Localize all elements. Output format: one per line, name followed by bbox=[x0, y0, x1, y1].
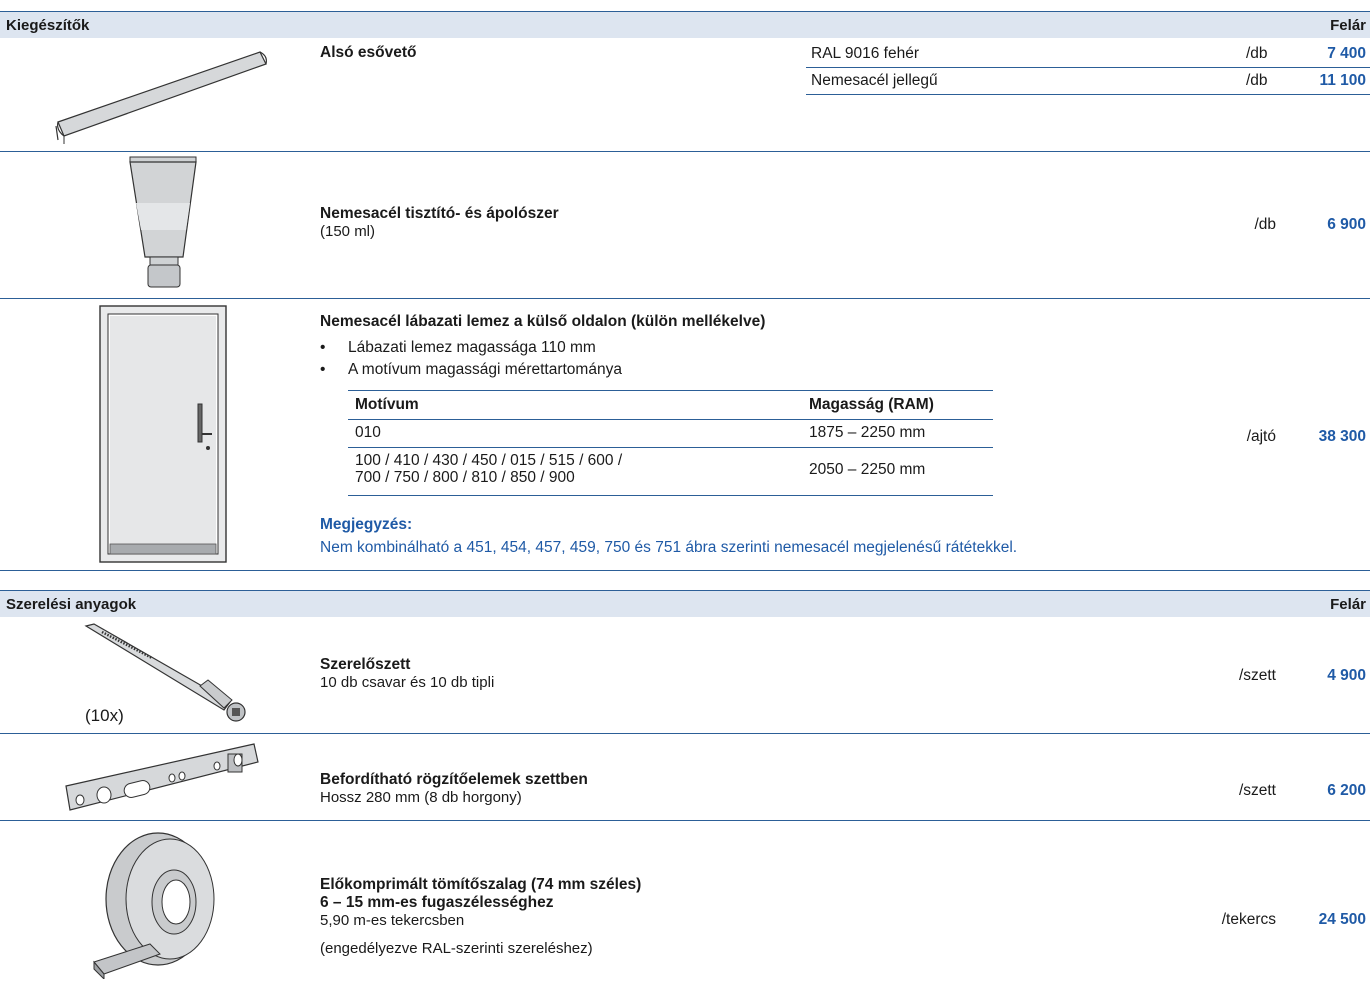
table-row: 100 / 410 / 430 / 450 / 015 / 515 / 600 … bbox=[348, 448, 993, 496]
section-title: Szerelési anyagok bbox=[6, 596, 137, 613]
item-tube-text: Nemesacél tisztító- és ápolószer (150 ml… bbox=[320, 205, 559, 240]
item-price: 6 900 bbox=[1327, 216, 1366, 233]
note-title: Megjegyzés: bbox=[320, 516, 413, 533]
item-subtitle-tape: 5,90 m-es tekercsben bbox=[320, 912, 465, 929]
section-title: Kiegészítők bbox=[6, 17, 90, 34]
table-row: 010 1875 – 2250 mm bbox=[348, 420, 993, 448]
height-cell: 1875 – 2250 mm bbox=[809, 424, 926, 441]
cleaning-tube-image bbox=[128, 155, 198, 295]
anchor-plate-image bbox=[62, 738, 262, 823]
item-title-kickplate: Nemesacél lábazati lemez a külső oldalon… bbox=[320, 313, 766, 330]
height-cell: 2050 – 2250 mm bbox=[809, 461, 926, 478]
bullet-text: Lábazati lemez magassága 110 mm bbox=[348, 339, 596, 356]
variant-price: 7 400 bbox=[1327, 45, 1366, 62]
motif-cell: 100 / 410 / 430 / 450 / 015 / 515 / 600 … bbox=[355, 452, 622, 486]
note-text: Nem kombinálható a 451, 454, 457, 459, 7… bbox=[320, 539, 1018, 556]
item-title-tape-line2: 6 – 15 mm-es fugaszélességhez bbox=[320, 894, 554, 911]
row-divider bbox=[0, 570, 1370, 571]
motif-line: 100 / 410 / 430 / 450 / 015 / 515 / 600 … bbox=[355, 452, 623, 469]
item-title-anchors: Befordítható rögzítőelemek szettben bbox=[320, 771, 588, 788]
variant-row-ral9016: RAL 9016 fehér /db 7 400 bbox=[806, 41, 1370, 68]
quantity-caption: (10x) bbox=[85, 706, 124, 725]
table-header-row: Motívum Magasság (RAM) bbox=[348, 391, 993, 420]
item-price: 6 200 bbox=[1327, 782, 1366, 799]
bullet-item: • A motívum magassági mérettartománya bbox=[320, 361, 622, 379]
item-tape-text: Előkomprimált tömítőszalag (74 mm széles… bbox=[320, 876, 641, 957]
variant-label: Nemesacél jellegű bbox=[811, 72, 938, 89]
item-note-tape: (engedélyezve RAL-szerinti szereléshez) bbox=[320, 940, 593, 957]
item-subtitle-screwset: 10 db csavar és 10 db tipli bbox=[320, 674, 495, 691]
variant-label: RAL 9016 fehér bbox=[811, 45, 920, 62]
row-divider bbox=[0, 151, 1370, 152]
section-header-installation: Szerelési anyagok Felár bbox=[0, 590, 1370, 617]
row-divider bbox=[0, 820, 1370, 821]
variant-unit: /db bbox=[1246, 45, 1268, 62]
column-header-motif: Motívum bbox=[355, 396, 419, 413]
section-header-accessories: Kiegészítők Felár bbox=[0, 11, 1370, 38]
item-subtitle-anchors: Hossz 280 mm (8 db horgony) bbox=[320, 789, 522, 806]
item-subtitle-cleaner: (150 ml) bbox=[320, 223, 376, 240]
item-price: 4 900 bbox=[1327, 667, 1366, 684]
item-unit: /tekercs bbox=[1221, 911, 1276, 928]
item-unit: /ajtó bbox=[1246, 428, 1276, 445]
motif-line: 700 / 750 / 800 / 810 / 850 / 900 bbox=[355, 469, 575, 486]
price-column-header: Felár bbox=[1330, 596, 1366, 613]
item-title-drip-rail: Alsó esővető bbox=[320, 44, 417, 61]
item-title-cleaner: Nemesacél tisztító- és ápolószer bbox=[320, 205, 559, 222]
item-title-screwset: Szerelőszett bbox=[320, 656, 411, 673]
item-unit: /db bbox=[1254, 216, 1276, 233]
item-price: 24 500 bbox=[1318, 911, 1366, 928]
variant-price: 11 100 bbox=[1319, 72, 1366, 89]
item-screw-text: Szerelőszett 10 db csavar és 10 db tipli bbox=[320, 656, 494, 691]
column-header-height: Magasság (RAM) bbox=[809, 396, 934, 413]
item-unit: /szett bbox=[1238, 782, 1276, 799]
motif-height-table: Motívum Magasság (RAM) 010 1875 – 2250 m… bbox=[348, 390, 993, 496]
motif-cell: 010 bbox=[355, 424, 381, 441]
row-divider bbox=[0, 298, 1370, 299]
item-price: 38 300 bbox=[1318, 428, 1366, 445]
variant-row-stainless: Nemesacél jellegű /db 11 100 bbox=[806, 68, 1370, 95]
bullet-item: • Lábazati lemez magassága 110 mm bbox=[320, 339, 596, 357]
item-title-tape: Előkomprimált tömítőszalag (74 mm széles… bbox=[320, 876, 642, 893]
row-divider bbox=[0, 733, 1370, 734]
item-unit: /szett bbox=[1238, 667, 1276, 684]
price-column-header: Felár bbox=[1330, 17, 1366, 34]
door-image bbox=[98, 304, 228, 569]
item-anchor-text: Befordítható rögzítőelemek szettben Hoss… bbox=[320, 771, 588, 806]
variant-unit: /db bbox=[1246, 72, 1268, 89]
bullet-icon: • bbox=[320, 339, 326, 356]
bullet-icon: • bbox=[320, 361, 326, 378]
drip-rail-image bbox=[50, 40, 275, 155]
bullet-text: A motívum magassági mérettartománya bbox=[348, 361, 622, 378]
sealing-tape-image bbox=[90, 824, 230, 984]
